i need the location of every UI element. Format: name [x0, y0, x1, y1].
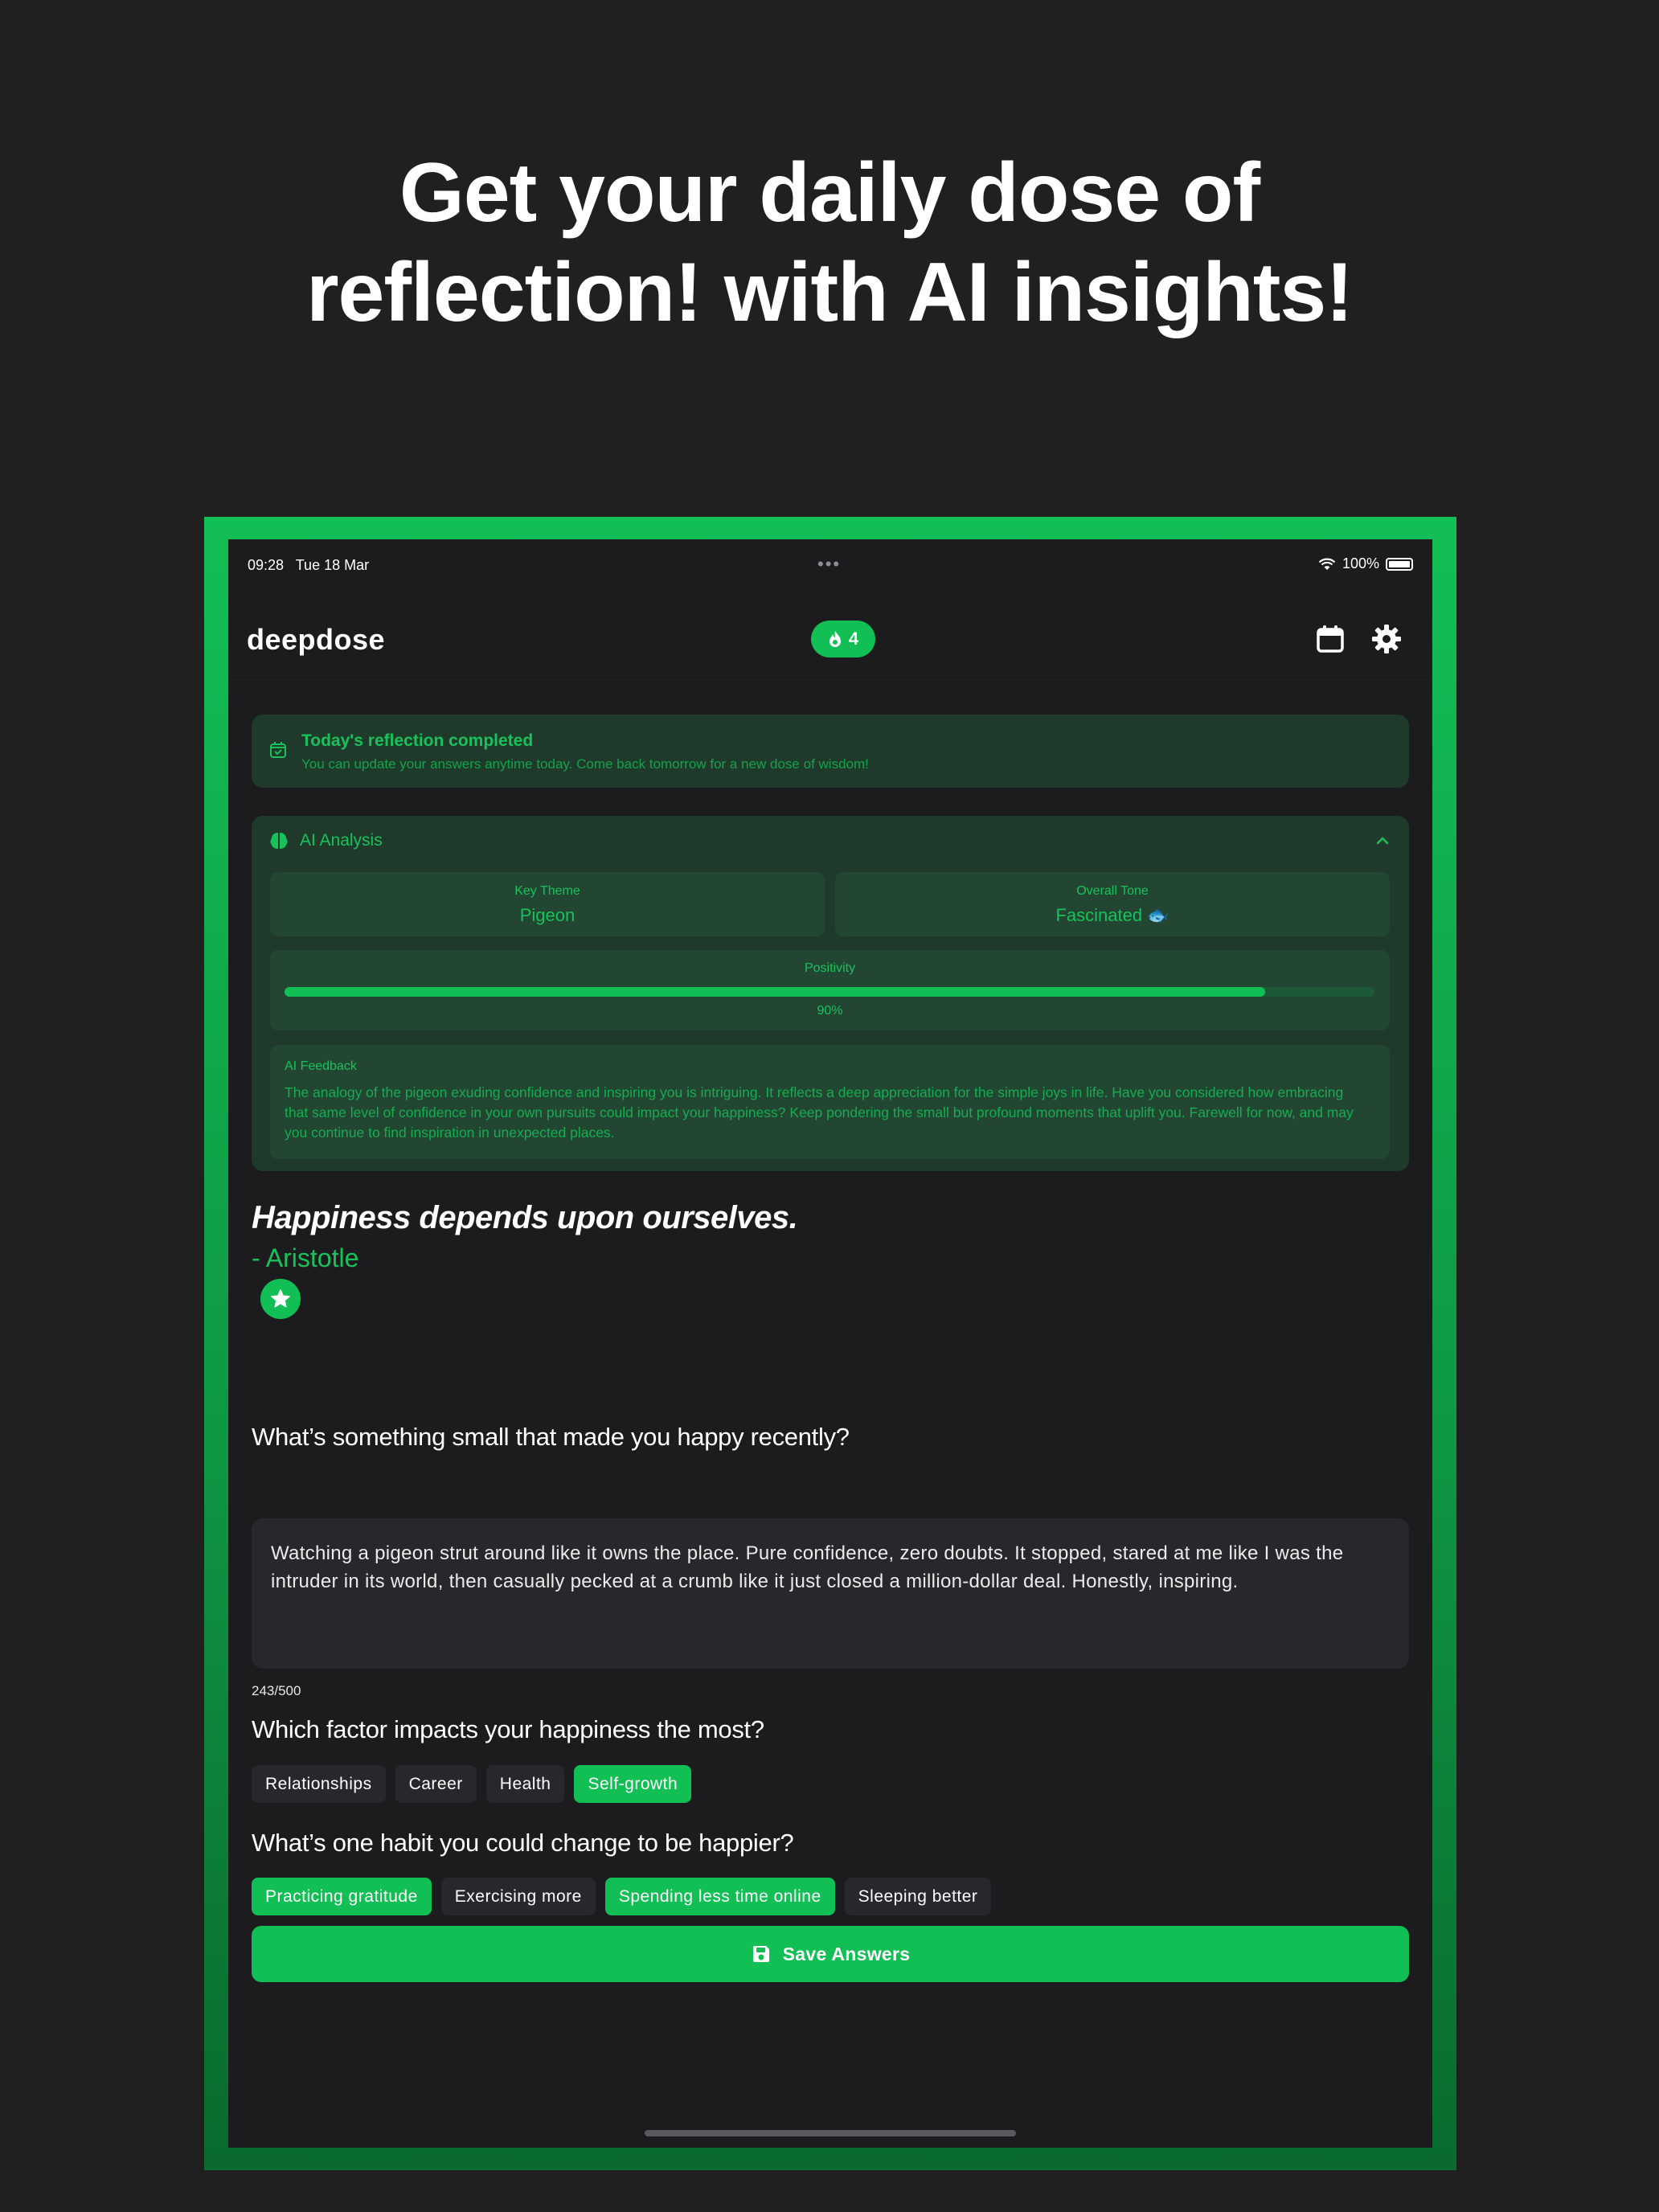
ai-analysis-header[interactable]: AI Analysis: [269, 831, 383, 850]
question-1: What’s something small that made you hap…: [252, 1423, 850, 1451]
device-frame: 09:28 Tue 18 Mar ••• 100% deepdose 4 Tod…: [204, 517, 1456, 2170]
completed-subtitle: You can update your answers anytime toda…: [301, 756, 869, 772]
positivity-bar: [285, 987, 1374, 997]
battery-percent: 100%: [1342, 555, 1379, 571]
option-sleeping-better[interactable]: Sleeping better: [844, 1878, 992, 1915]
answer-1-counter: 243/500: [252, 1683, 301, 1698]
ai-feedback-text: The analogy of the pigeon exuding confid…: [285, 1084, 1354, 1141]
reflection-completed-card: Today's reflection completed You can upd…: [252, 715, 1409, 788]
wifi-icon: [1318, 558, 1336, 570]
streak-count: 4: [848, 629, 859, 649]
marketing-headline: Get your daily dose of reflection! with …: [0, 143, 1659, 342]
key-theme-tile: Key Theme Pigeon: [270, 872, 825, 936]
ai-analysis-title: AI Analysis: [300, 831, 383, 850]
save-icon: [752, 1946, 769, 1962]
question-3: What’s one habit you could change to be …: [252, 1829, 794, 1857]
chevron-up-icon[interactable]: [1374, 832, 1391, 850]
answer-1-textarea[interactable]: Watching a pigeon strut around like it o…: [252, 1518, 1409, 1669]
key-theme-label: Key Theme: [514, 884, 580, 898]
positivity-bar-fill: [285, 987, 1266, 997]
multitask-dots-icon[interactable]: •••: [817, 554, 841, 575]
quote-author: - Aristotle: [252, 1243, 359, 1272]
save-answers-button[interactable]: Save Answers: [252, 1926, 1409, 1982]
option-less-time-online[interactable]: Spending less time online: [604, 1878, 835, 1915]
headline-line-1: Get your daily dose of: [399, 146, 1260, 240]
flame-icon: [829, 631, 841, 647]
option-health[interactable]: Health: [485, 1765, 565, 1803]
overall-tone-label: Overall Tone: [1076, 884, 1149, 898]
brain-icon: [270, 833, 288, 849]
question-2-options: Relationships Career Health Self-growth: [252, 1765, 692, 1803]
status-date: Tue 18 Mar: [295, 557, 370, 573]
app-screen: 09:28 Tue 18 Mar ••• 100% deepdose 4 Tod…: [228, 539, 1432, 2148]
option-practicing-gratitude[interactable]: Practicing gratitude: [252, 1878, 432, 1915]
streak-badge[interactable]: 4: [811, 621, 875, 657]
calendar-check-icon: [270, 742, 286, 758]
positivity-tile: Positivity 90%: [270, 950, 1390, 1030]
completed-title: Today's reflection completed: [301, 731, 534, 750]
option-relationships[interactable]: Relationships: [252, 1765, 386, 1803]
headline-line-2: reflection! with AI insights!: [306, 246, 1354, 339]
positivity-value: 90%: [817, 1004, 843, 1018]
option-self-growth[interactable]: Self-growth: [574, 1765, 692, 1803]
calendar-icon[interactable]: [1314, 623, 1346, 655]
ai-feedback-label: AI Feedback: [285, 1059, 357, 1073]
favorite-quote-button[interactable]: [260, 1279, 301, 1319]
status-right: 100%: [1318, 555, 1413, 572]
option-career[interactable]: Career: [395, 1765, 477, 1803]
ai-feedback-tile: AI Feedback The analogy of the pigeon ex…: [270, 1045, 1390, 1159]
quote-text: Happiness depends upon ourselves.: [252, 1200, 798, 1235]
positivity-label: Positivity: [804, 961, 856, 975]
option-exercising-more[interactable]: Exercising more: [440, 1878, 596, 1915]
star-icon: [271, 1289, 290, 1308]
app-title: deepdose: [247, 623, 386, 656]
ai-analysis-card: AI Analysis Key Theme Pigeon Overall Ton…: [252, 816, 1409, 1171]
status-bar: 09:28 Tue 18 Mar ••• 100%: [228, 539, 1432, 588]
key-theme-value: Pigeon: [519, 905, 576, 925]
question-3-options: Practicing gratitude Exercising more Spe…: [252, 1878, 992, 1915]
home-indicator[interactable]: [645, 2130, 1016, 2136]
gear-icon[interactable]: [1370, 623, 1403, 655]
battery-icon: [1386, 557, 1413, 571]
status-time: 09:28: [248, 557, 285, 573]
app-header: deepdose 4: [228, 588, 1432, 680]
save-answers-label: Save Answers: [782, 1943, 911, 1964]
question-2: Which factor impacts your happiness the …: [252, 1715, 764, 1743]
status-time-date: 09:28 Tue 18 Mar: [248, 557, 369, 574]
overall-tone-tile: Overall Tone Fascinated 🐟: [835, 872, 1390, 936]
overall-tone-value: Fascinated 🐟: [1055, 905, 1169, 925]
